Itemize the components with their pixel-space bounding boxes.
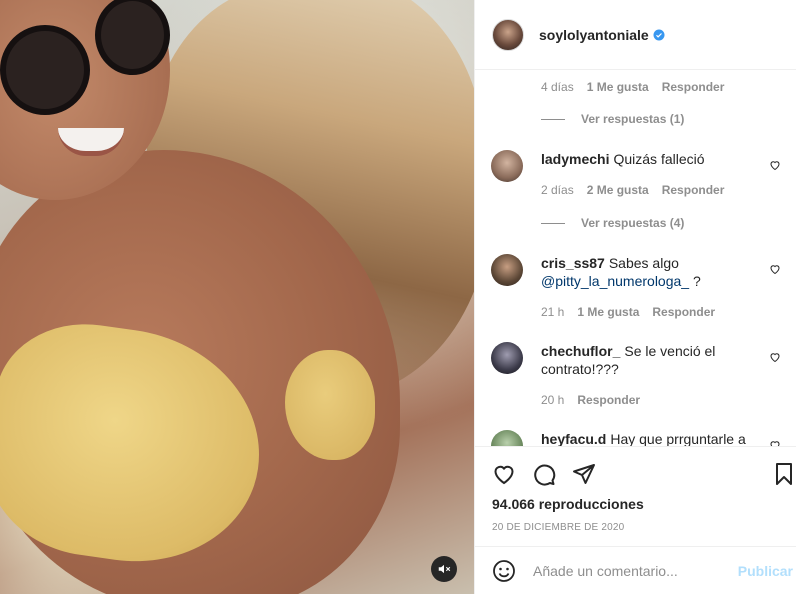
view-replies-button[interactable]: Ver respuestas (1): [541, 112, 684, 126]
comment-input[interactable]: Añade un comentario...: [533, 563, 678, 579]
commenter-avatar[interactable]: [491, 430, 523, 446]
comment-meta: 21 h 1 Me gusta Responder: [541, 305, 715, 319]
like-comment-heart-icon[interactable]: [769, 159, 781, 171]
commenter-avatar[interactable]: [491, 150, 523, 182]
comment-text: Quizás falleció: [613, 151, 705, 167]
comments-list[interactable]: 4 días 1 Me gusta Responder Ver respuest…: [475, 70, 796, 446]
comment-likes[interactable]: 2 Me gusta: [587, 183, 649, 197]
replies-divider: [541, 118, 565, 120]
comment-time: 20 h: [541, 393, 565, 407]
replies-divider: [541, 222, 565, 224]
author-username[interactable]: soylolyantoniale: [539, 27, 649, 43]
comment-meta: 4 días 1 Me gusta Responder: [541, 80, 724, 94]
like-comment-heart-icon[interactable]: [769, 263, 781, 275]
view-count[interactable]: 94.066 reproducciones: [492, 496, 644, 512]
commenter-avatar[interactable]: [491, 342, 523, 374]
comment-time: 2 días: [541, 183, 574, 197]
comment-item: cris_ss87 Sabes algo @pitty_la_numerologa…: [491, 254, 781, 290]
post-sidebar: soylolyantoniale 4 días 1 Me gusta Respo…: [474, 0, 796, 594]
comment-likes[interactable]: 1 Me gusta: [587, 80, 649, 94]
author-avatar[interactable]: [492, 18, 524, 51]
comment-body: cris_ss87 Sabes algo @pitty_la_numerologa…: [541, 254, 751, 290]
comment-reply-button[interactable]: Responder: [662, 183, 725, 197]
video-bikini: [285, 350, 375, 460]
like-comment-heart-icon[interactable]: [769, 439, 781, 446]
comment-time: 21 h: [541, 305, 565, 319]
commenter-avatar[interactable]: [491, 254, 523, 286]
like-comment-heart-icon[interactable]: [769, 351, 781, 363]
post-actions: 94.066 reproducciones 20 DE DICIEMBRE DE…: [475, 446, 796, 546]
emoji-smiley-icon[interactable]: [492, 559, 516, 583]
view-replies-label: Ver respuestas (1): [581, 112, 685, 126]
comment-meta: 2 días 2 Me gusta Responder: [541, 183, 724, 197]
post-header: soylolyantoniale: [475, 0, 796, 70]
comment-reply-button[interactable]: Responder: [652, 305, 715, 319]
post-date: 20 DE DICIEMBRE DE 2020: [492, 522, 625, 533]
commenter-username[interactable]: chechuflor_: [541, 343, 620, 359]
comment-item: heyfacu.d Hay que prrguntarle a: [491, 430, 781, 446]
verified-badge-icon: [653, 29, 665, 40]
comment-mention-link[interactable]: @pitty_la_numerologa_: [541, 273, 689, 289]
save-bookmark-icon[interactable]: [772, 462, 796, 486]
comment-item: ladymechi Quizás falleció: [491, 150, 781, 182]
commenter-username[interactable]: ladymechi: [541, 151, 609, 167]
post-video[interactable]: [0, 0, 474, 594]
comment-body: chechuflor_ Se le venció el contrato!???: [541, 342, 751, 378]
video-sunglasses: [0, 25, 90, 115]
comment-likes[interactable]: 1 Me gusta: [577, 305, 639, 319]
add-comment-bar: Añade un comentario... Publicar: [475, 546, 796, 594]
comment-bubble-icon[interactable]: [532, 462, 556, 486]
commenter-username[interactable]: cris_ss87: [541, 255, 605, 271]
speaker-muted-icon: [438, 564, 451, 574]
comment-reply-button[interactable]: Responder: [577, 393, 640, 407]
comment-text: Hay que prrguntarle a: [610, 431, 746, 446]
view-replies-label: Ver respuestas (4): [581, 216, 685, 230]
comment-meta: 20 h Responder: [541, 393, 640, 407]
comment-body: heyfacu.d Hay que prrguntarle a: [541, 430, 751, 446]
commenter-username[interactable]: heyfacu.d: [541, 431, 606, 446]
mute-toggle-button[interactable]: [431, 556, 457, 582]
comment-body: ladymechi Quizás falleció: [541, 150, 751, 182]
comment-item: chechuflor_ Se le venció el contrato!???: [491, 342, 781, 378]
share-paper-plane-icon[interactable]: [572, 462, 596, 486]
comment-reply-button[interactable]: Responder: [662, 80, 725, 94]
view-replies-button[interactable]: Ver respuestas (4): [541, 216, 684, 230]
comment-time: 4 días: [541, 80, 574, 94]
comment-text: Sabes algo: [608, 255, 679, 271]
publish-button[interactable]: Publicar: [738, 563, 793, 579]
like-heart-icon[interactable]: [492, 462, 516, 486]
comment-text-suffix: ?: [689, 273, 701, 289]
